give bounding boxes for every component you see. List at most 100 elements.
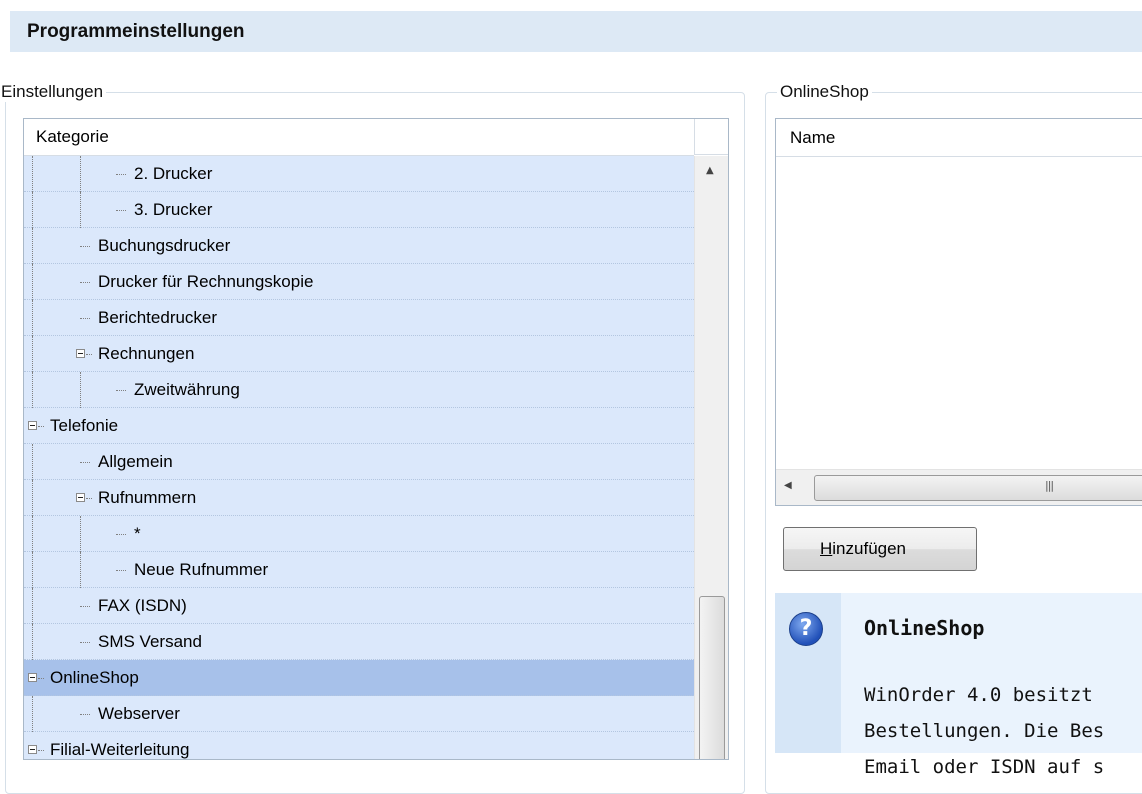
tree-item[interactable]: Webserver	[24, 696, 694, 732]
scroll-up-arrow-icon[interactable]: ▲	[695, 156, 728, 190]
onlineshop-group-legend: OnlineShop	[777, 82, 872, 102]
tree-connector	[38, 678, 44, 679]
tree-connector	[80, 318, 90, 319]
tree-item-label: Filial-Weiterleitung	[50, 740, 190, 759]
list-horizontal-scrollbar[interactable]: ◀ |||	[776, 469, 1142, 505]
tree-scrollbar-thumb[interactable]	[699, 596, 725, 759]
tree-item-label: Rechnungen	[98, 344, 195, 363]
collapse-icon[interactable]	[28, 745, 37, 754]
collapse-icon[interactable]	[28, 673, 37, 682]
tree-item-label: Telefonie	[50, 416, 119, 435]
tree-connector	[116, 534, 126, 535]
tree-column-header[interactable]: Kategorie	[24, 119, 694, 156]
help-panel-sidebar: ?	[775, 593, 841, 753]
tree-header-filler	[694, 119, 728, 155]
tree-vertical-scrollbar[interactable]: ▲	[694, 156, 728, 759]
tree-item[interactable]: Buchungsdrucker	[24, 228, 694, 264]
scrollbar-grip-icon: |||	[1045, 479, 1054, 492]
tree-guide-line	[32, 228, 33, 264]
tree-item[interactable]: Rufnummern	[24, 480, 694, 516]
tree-item[interactable]: 3. Drucker	[24, 192, 694, 228]
onlineshop-list[interactable]: Name ◀ |||	[775, 118, 1142, 506]
list-column-header-label: Name	[790, 128, 836, 147]
tree-item[interactable]: Drucker für Rechnungskopie	[24, 264, 694, 300]
list-scrollbar-thumb[interactable]: |||	[814, 475, 1142, 501]
tree-item[interactable]: OnlineShop	[24, 660, 694, 696]
tree-item[interactable]: Allgemein	[24, 444, 694, 480]
help-panel: ? OnlineShop WinOrder 4.0 besitzt Bestel…	[775, 593, 1142, 778]
tree-guide-line	[80, 552, 81, 588]
help-text-line: WinOrder 4.0 besitzt	[864, 684, 1093, 706]
tree-item-label: FAX (ISDN)	[98, 596, 187, 615]
scroll-left-arrow-icon[interactable]: ◀	[784, 480, 792, 491]
collapse-icon[interactable]	[76, 349, 85, 358]
tree-item[interactable]: Zweitwährung	[24, 372, 694, 408]
tree-item-label: Rufnummern	[98, 488, 197, 507]
tree-guide-line	[32, 372, 33, 408]
tree-item[interactable]: Neue Rufnummer	[24, 552, 694, 588]
tree-guide-line	[32, 588, 33, 624]
tree-connector	[86, 498, 92, 499]
tree-item-label: Neue Rufnummer	[134, 560, 269, 579]
category-tree[interactable]: Kategorie 2. Drucker 3. Drucker Buchungsdr…	[23, 118, 729, 760]
add-button-label: Hinzufügen	[820, 539, 906, 559]
help-text-line: Email oder ISDN auf s	[864, 756, 1105, 778]
add-button-mnemonic: H	[820, 539, 833, 558]
add-button[interactable]: Hinzufügen	[783, 527, 977, 571]
tree-item[interactable]: *	[24, 516, 694, 552]
help-text: WinOrder 4.0 besitzt Bestellungen. Die B…	[864, 677, 1104, 785]
tree-item-label: OnlineShop	[50, 668, 139, 687]
tree-item-label: Drucker für Rechnungskopie	[98, 272, 314, 291]
tree-connector	[116, 210, 126, 211]
tree-item-label: Berichtedrucker	[98, 308, 218, 327]
tree-guide-line	[80, 372, 81, 408]
tree-item-label: Zweitwährung	[134, 380, 240, 399]
tree-item[interactable]: Rechnungen	[24, 336, 694, 372]
tree-connector	[38, 426, 44, 427]
tree-connector	[38, 750, 44, 751]
tree-item-label: Webserver	[98, 704, 180, 723]
window-title-bar: Programmeinstellungen	[10, 11, 1142, 52]
list-column-header[interactable]: Name	[776, 119, 1142, 157]
collapse-icon[interactable]	[28, 421, 37, 430]
tree-connector	[116, 570, 126, 571]
tree-guide-line	[32, 156, 33, 192]
tree-guide-line	[32, 300, 33, 336]
tree-guide-line	[32, 336, 33, 372]
tree-connector	[80, 642, 90, 643]
tree-guide-line	[32, 552, 33, 588]
tree-item-label: 3. Drucker	[134, 200, 213, 219]
tree-guide-line	[32, 480, 33, 516]
tree-item-label: SMS Versand	[98, 632, 202, 651]
tree-column-header-label: Kategorie	[36, 127, 109, 146]
collapse-icon[interactable]	[76, 493, 85, 502]
tree-connector	[80, 462, 90, 463]
help-text-line: Bestellungen. Die Bes	[864, 720, 1105, 742]
tree-item-label: Buchungsdrucker	[98, 236, 231, 255]
tree-item[interactable]: Telefonie	[24, 408, 694, 444]
tree-guide-line	[32, 192, 33, 228]
tree-body: 2. Drucker 3. Drucker Buchungsdrucker Druck…	[24, 156, 694, 759]
tree-connector	[116, 174, 126, 175]
question-mark-icon: ?	[789, 612, 823, 646]
tree-guide-line	[32, 516, 33, 552]
tree-guide-line	[32, 696, 33, 732]
tree-item[interactable]: Berichtedrucker	[24, 300, 694, 336]
tree-item-label: *	[134, 524, 141, 543]
tree-item-label: 2. Drucker	[134, 164, 213, 183]
settings-group-legend: Einstellungen	[0, 82, 107, 102]
tree-item[interactable]: SMS Versand	[24, 624, 694, 660]
tree-connector	[80, 282, 90, 283]
tree-guide-line	[80, 516, 81, 552]
tree-connector	[116, 390, 126, 391]
tree-item[interactable]: 2. Drucker	[24, 156, 694, 192]
tree-guide-line	[32, 264, 33, 300]
tree-guide-line	[80, 192, 81, 228]
tree-connector	[86, 354, 92, 355]
add-button-label-rest: inzufügen	[832, 539, 907, 558]
tree-connector	[80, 246, 90, 247]
tree-item[interactable]: Filial-Weiterleitung	[24, 732, 694, 759]
tree-guide-line	[32, 444, 33, 480]
tree-connector	[80, 606, 90, 607]
tree-item[interactable]: FAX (ISDN)	[24, 588, 694, 624]
